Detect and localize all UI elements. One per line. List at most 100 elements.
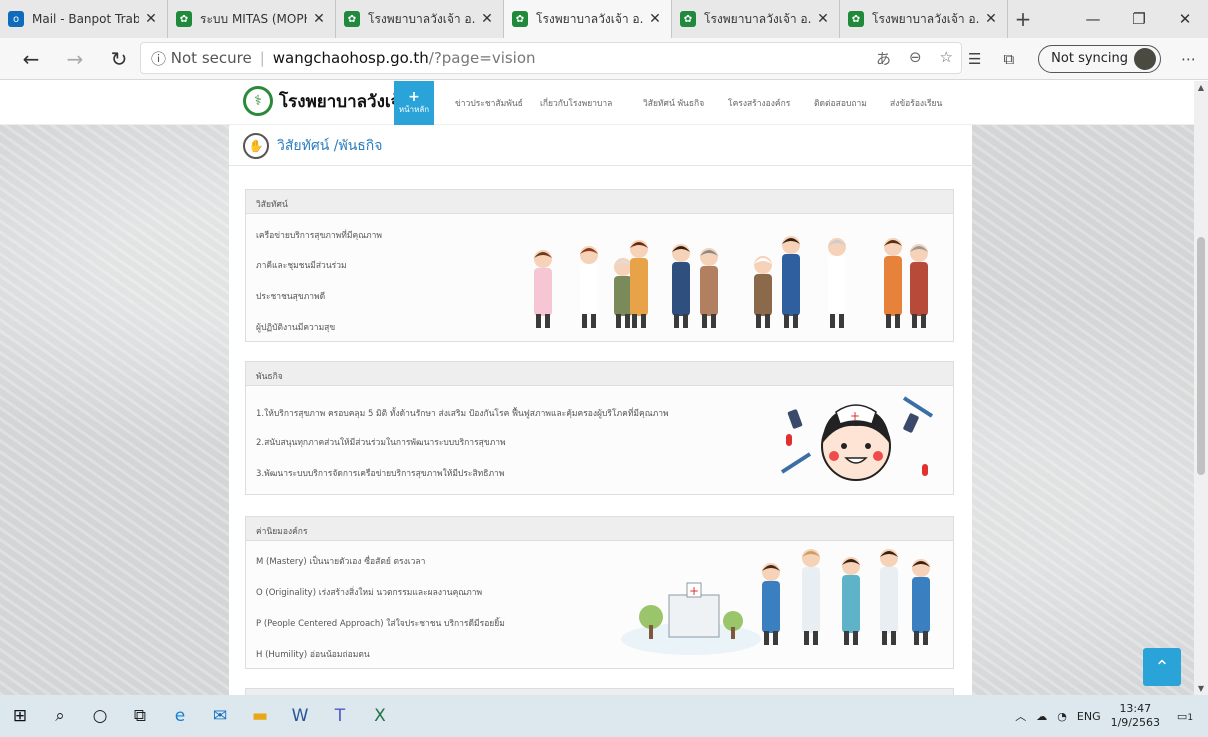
back-icon[interactable]: ← [14, 42, 48, 76]
mail-icon[interactable]: ✉ [200, 695, 240, 737]
clock[interactable]: 13:47 1/9/2563 [1111, 702, 1160, 730]
panel-heading: ค่านิยมองค์กร [246, 517, 953, 541]
sync-button[interactable]: Not syncing [1038, 44, 1162, 73]
list-item: 3.พัฒนาระบบบริการจัดการเครือข่ายบริการสุ… [256, 469, 505, 479]
minimize-icon[interactable]: — [1070, 0, 1116, 38]
scroll-down-icon[interactable]: ▼ [1194, 684, 1208, 693]
word-icon[interactable]: W [280, 695, 320, 737]
tab-title: โรงพยาบาลวังเจ้า อ.วังเจ้ [872, 11, 979, 26]
clock-time: 13:47 [1119, 702, 1152, 715]
nav-label: โครงสร้างองค์กร [728, 99, 791, 109]
plus-icon: + [408, 88, 420, 105]
task-view-icon[interactable]: ⧉ [120, 695, 160, 737]
excel-icon[interactable]: X [360, 695, 400, 737]
nav-label: ข่าวประชาสัมพันธ์ [455, 99, 523, 109]
svg-text:+: + [850, 409, 860, 423]
handshake-icon: ✋ [243, 133, 269, 159]
close-icon[interactable]: ✕ [983, 11, 999, 27]
panel-heading: วิสัยทัศน์ [246, 190, 953, 214]
tab-title: โรงพยาบาลวังเจ้า อ.วังเจ้ [368, 11, 475, 26]
site-logo[interactable]: ⚕ โรงพยาบาลวังเจ้า [243, 86, 410, 116]
page-scrollbar[interactable]: ▲ ▼ [1194, 81, 1208, 695]
address-bar[interactable]: ⓘ Not secure | wangchaohosp.go.th /?page… [140, 42, 962, 74]
browser-tab-active[interactable]: ✿ โรงพยาบาลวังเจ้า อ.วังเจ้ ✕ [504, 0, 672, 38]
nav-vision[interactable]: วิสัยทัศน์ พันธกิจ [643, 81, 704, 125]
nurse-illustration: + [780, 396, 934, 481]
list-item: ประชาชนสุขภาพดี [256, 292, 326, 302]
tab-title: ระบบ MITAS (MOPH [200, 11, 307, 26]
refresh-icon[interactable]: ↻ [102, 42, 136, 76]
content-card: ✋ วิสัยทัศน์ /พันธกิจ วิสัยทัศน์ เครือข่… [229, 125, 972, 695]
search-icon[interactable]: ⌕ [40, 695, 80, 737]
nav-label: ส่งข้อร้องเรียน [890, 99, 943, 109]
moph-icon: ✿ [680, 11, 696, 27]
values-panel: ค่านิยมองค์กร M (Mastery) เป็นนายตัวเอง … [245, 516, 954, 669]
vision-panel: วิสัยทัศน์ เครือข่ายบริการสุขภาพที่มีคุณ… [245, 189, 954, 342]
divider [229, 165, 972, 166]
close-icon[interactable]: ✕ [143, 11, 159, 27]
edge-icon[interactable]: e [160, 695, 200, 737]
nav-contact[interactable]: ติดต่อสอบถาม [814, 81, 867, 125]
browser-tab[interactable]: o Mail - Banpot Trabue ✕ [0, 0, 168, 38]
browser-tab[interactable]: ✿ โรงพยาบาลวังเจ้า อ.วังเจ้ ✕ [672, 0, 840, 38]
nav-label: หน้าหลัก [398, 104, 430, 114]
file-explorer-icon[interactable]: ▬ [240, 695, 280, 737]
restore-icon[interactable]: ❐ [1116, 0, 1162, 38]
info-icon[interactable]: ⓘ [151, 48, 171, 69]
tab-title: โรงพยาบาลวังเจ้า อ.วังเจ้ [536, 11, 643, 26]
nav-news[interactable]: ข่าวประชาสัมพันธ์ [455, 81, 523, 125]
browser-tab[interactable]: ✿ โรงพยาบาลวังเจ้า อ.วังเจ้ ✕ [840, 0, 1008, 38]
collections-icon[interactable]: ⧉ [1003, 50, 1014, 68]
list-item: H (Humility) อ่อนน้อมถ่อมตน [256, 650, 370, 660]
moph-icon: ✿ [176, 11, 192, 27]
close-icon[interactable]: ✕ [479, 11, 495, 27]
close-icon[interactable]: ✕ [815, 11, 831, 27]
sync-label: Not syncing [1051, 51, 1129, 66]
nav-about[interactable]: เกี่ยวกับโรงพยาบาล [540, 81, 612, 125]
scroll-up-icon[interactable]: ▲ [1194, 83, 1208, 92]
favorite-star-icon[interactable]: ☆ [940, 48, 953, 69]
tab-title: Mail - Banpot Trabue [32, 12, 139, 26]
favorites-icon[interactable]: ☰ [968, 50, 981, 68]
panel-heading: พันธกิจ [246, 362, 953, 386]
notification-icon[interactable]: ▭1 [1170, 710, 1200, 723]
notification-count: 1 [1187, 712, 1194, 723]
zoom-icon[interactable]: ⊖ [909, 48, 922, 69]
nav-label: เกี่ยวกับโรงพยาบาล [540, 99, 613, 109]
close-icon[interactable]: ✕ [311, 11, 327, 27]
chevron-up-icon[interactable]: ︿ [1015, 708, 1026, 724]
avatar [1134, 47, 1157, 70]
nav-structure[interactable]: โครงสร้างองค์กร [728, 81, 790, 125]
browser-tab-strip: o Mail - Banpot Trabue ✕ ✿ ระบบ MITAS (M… [0, 0, 1208, 38]
close-icon[interactable]: ✕ [647, 11, 663, 27]
more-icon[interactable]: ⋯ [1181, 50, 1196, 68]
nav-home[interactable]: + หน้าหลัก [394, 81, 434, 125]
url-path: /?page=vision [428, 49, 536, 67]
page-title: วิสัยทัศน์ /พันธกิจ [277, 138, 383, 154]
scroll-to-top-button[interactable]: ⌃ [1143, 648, 1181, 686]
url-host: wangchaohosp.go.th [272, 49, 429, 67]
system-tray: ︿ ☁ ◔ ENG 13:47 1/9/2563 ▭1 [1015, 695, 1208, 737]
divider: | [259, 49, 265, 67]
nav-complaint[interactable]: ส่งข้อร้องเรียน [890, 81, 942, 125]
read-aloud-icon[interactable]: あ [876, 48, 891, 69]
close-window-icon[interactable]: ✕ [1162, 0, 1208, 38]
site-navbar: ⚕ โรงพยาบาลวังเจ้า + หน้าหลัก ข่าวประชาส… [0, 81, 1194, 125]
tab-title: โรงพยาบาลวังเจ้า อ.วังเจ้ [704, 11, 811, 26]
cortana-icon[interactable]: ○ [80, 695, 120, 737]
browser-tab[interactable]: ✿ ระบบ MITAS (MOPH ✕ [168, 0, 336, 38]
forward-icon[interactable]: → [58, 42, 92, 76]
clock-date: 1/9/2563 [1110, 716, 1160, 729]
wifi-icon[interactable]: ◔ [1057, 710, 1067, 723]
teams-icon[interactable]: T [320, 695, 360, 737]
list-item: O (Originality) เร่งสร้างสิ่งใหม่ นวตกรร… [256, 588, 483, 598]
page-viewport: ⚕ โรงพยาบาลวังเจ้า + หน้าหลัก ข่าวประชาส… [0, 81, 1208, 695]
language-indicator[interactable]: ENG [1077, 710, 1101, 723]
onedrive-icon[interactable]: ☁ [1036, 710, 1047, 723]
windows-start-icon[interactable]: ⊞ [0, 695, 40, 737]
scrollbar-thumb[interactable] [1197, 237, 1205, 475]
new-tab-button[interactable]: + [1008, 0, 1038, 38]
browser-tab[interactable]: ✿ โรงพยาบาลวังเจ้า อ.วังเจ้ ✕ [336, 0, 504, 38]
nav-label: ติดต่อสอบถาม [814, 99, 867, 109]
windows-taskbar: ⊞ ⌕ ○ ⧉ e ✉ ▬ W T X ︿ ☁ ◔ ENG 13:47 1/9/… [0, 695, 1208, 737]
